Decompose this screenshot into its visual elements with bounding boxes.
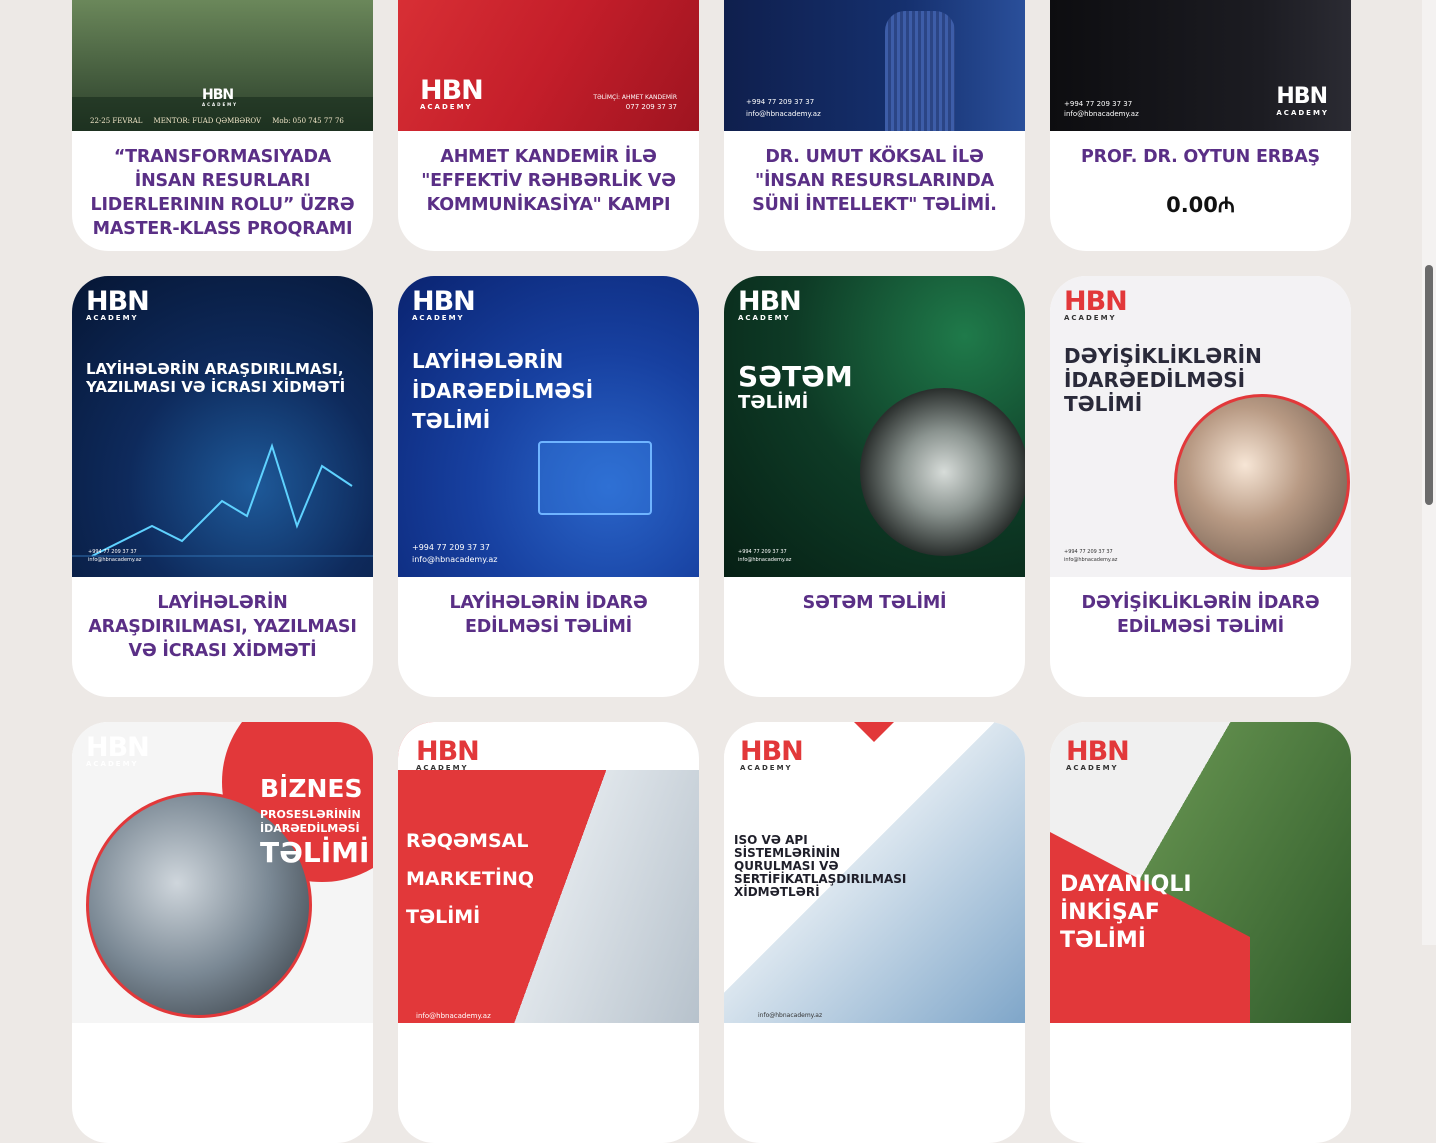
product-image[interactable]: HBN ACADEMY LAYİHƏLƏRİN ARAŞDIRILMASI, YA… (72, 276, 373, 577)
product-card[interactable]: HBN ACADEMY ISO VƏ API SİSTEMLƏRİNİN QURU… (724, 722, 1025, 1143)
contact-email: info@hbnacademy.az (1064, 557, 1118, 563)
contact-email: info@hbnacademy.az (412, 555, 498, 564)
product-card[interactable]: +994 77 209 37 37 info@hbnacademy.az DR.… (724, 0, 1025, 251)
trainer-line: TƏLİMÇİ: AHMET KANDEMİR (593, 94, 677, 101)
product-title[interactable]: AHMET KANDEMİR İLƏ "EFFEKTİV RƏHBƏRLİK V… (408, 145, 689, 217)
image-headline-3: İDARƏEDİLMƏSİ (260, 822, 360, 835)
product-title[interactable]: DR. UMUT KÖKSAL İLƏ "İNSAN RESURSLARINDA… (734, 145, 1015, 217)
image-headline: LAYİHƏLƏRİN İDARƏEDİLMƏSİ TƏLİMİ (412, 349, 594, 433)
product-title[interactable]: LAYİHƏLƏRİN İDARƏ EDİLMƏSİ TƏLİMİ (408, 591, 689, 639)
product-image[interactable]: HBN ACADEMY DƏYİŞİKLİKLƏRİN İDARƏEDİLMƏSİ… (1050, 276, 1351, 577)
contact-email: info@hbnacademy.az (738, 557, 792, 563)
hbn-logo: HBN ACADEMY (738, 286, 802, 322)
contact-email: info@hbnacademy.az (758, 1012, 823, 1019)
scrollbar-thumb[interactable] (1425, 265, 1433, 505)
product-card[interactable]: HBN ACADEMY DƏYİŞİKLİKLƏRİN İDARƏEDİLMƏSİ… (1050, 276, 1351, 697)
image-headline-1: DAYANIQLI (1060, 872, 1192, 897)
phone-line: 077 209 37 37 (625, 103, 677, 111)
product-card[interactable]: HBN ACADEMY DAYANIQLI İNKİŞAF TƏLİMİ (1050, 722, 1351, 1143)
hbn-logo: HBN ACADEMY (420, 75, 484, 111)
image-headline-1: RƏQƏMSAL (406, 830, 529, 852)
chart-line-graphic (72, 442, 373, 557)
contact-email: info@hbnacademy.az (88, 557, 142, 563)
scrollbar[interactable] (1422, 0, 1436, 945)
product-card[interactable]: HBN ACADEMY 22-25 FEVRAL MENTOR: FUAD QƏM… (72, 0, 373, 251)
product-grid: HBN ACADEMY 22-25 FEVRAL MENTOR: FUAD QƏM… (72, 0, 1351, 1143)
product-image[interactable]: HBN ACADEMY RƏQƏMSAL MARKETİNQ TƏLİMİ inf… (398, 722, 699, 1023)
hbn-logo: HBN ACADEMY (86, 732, 150, 768)
product-image[interactable]: HBN ACADEMY ISO VƏ API SİSTEMLƏRİNİN QURU… (724, 722, 1025, 1023)
product-image[interactable]: HBN ACADEMY 22-25 FEVRAL MENTOR: FUAD QƏM… (72, 0, 373, 131)
hbn-logo: HBN ACADEMY (740, 736, 804, 772)
product-card[interactable]: HBN ACADEMY RƏQƏMSAL MARKETİNQ TƏLİMİ inf… (398, 722, 699, 1143)
hbn-logo: HBN ACADEMY (412, 286, 476, 322)
image-headline: SƏTƏM (738, 360, 853, 393)
product-title[interactable]: DƏYİŞİKLİKLƏRİN İDARƏ EDİLMƏSİ TƏLİMİ (1060, 591, 1341, 639)
product-title[interactable]: SƏTƏM TƏLİMİ (734, 591, 1015, 615)
product-title[interactable]: “TRANSFORMASIYADA İNSAN RESURLARI LIDERL… (82, 145, 363, 241)
image-headline: LAYİHƏLƏRİN ARAŞDIRILMASI, YAZILMASI VƏ … (86, 360, 346, 396)
image-headline-4: TƏLİMİ (260, 836, 370, 869)
product-image[interactable]: HBN ACADEMY BİZNES PROSESLƏRİNİN İDARƏEDİ… (72, 722, 373, 1023)
product-card[interactable]: HBN ACADEMY TƏLİMÇİ: AHMET KANDEMİR 077 2… (398, 0, 699, 251)
hbn-logo: HBN ACADEMY (1064, 286, 1128, 322)
product-card[interactable]: +994 77 209 37 37 info@hbnacademy.az HBN… (1050, 0, 1351, 251)
image-subheadline: TƏLİMİ (738, 392, 809, 413)
hbn-logo: HBN ACADEMY (1066, 736, 1130, 772)
image-headline-3: TƏLİMİ (1060, 928, 1146, 953)
image-headline-1: BİZNES (260, 774, 363, 803)
hbn-logo: HBN ACADEMY (202, 87, 239, 107)
product-image[interactable]: HBN ACADEMY TƏLİMÇİ: AHMET KANDEMİR 077 2… (398, 0, 699, 131)
product-image[interactable]: HBN ACADEMY DAYANIQLI İNKİŞAF TƏLİMİ (1050, 722, 1351, 1023)
product-card[interactable]: HBN ACADEMY LAYİHƏLƏRİN İDARƏEDİLMƏSİ TƏL… (398, 276, 699, 697)
hbn-logo: HBN ACADEMY (416, 736, 480, 772)
contact-email: info@hbnacademy.az (416, 1012, 491, 1020)
image-headline: ISO VƏ API SİSTEMLƏRİNİN QURULMASI VƏ SE… (734, 833, 907, 899)
product-card[interactable]: HBN ACADEMY LAYİHƏLƏRİN ARAŞDIRILMASI, YA… (72, 276, 373, 697)
hbn-logo: HBN ACADEMY (86, 286, 150, 322)
product-price: 0.00₼ (1166, 193, 1235, 217)
image-headline-2: PROSESLƏRİNİN (260, 808, 361, 821)
image-headline-2: İNKİŞAF (1060, 900, 1160, 925)
contact-phone: +994 77 209 37 37 (746, 98, 815, 106)
person-shape (885, 11, 955, 131)
hbn-logo: HBN ACADEMY (1276, 84, 1329, 118)
contact-phone: +994 77 209 37 37 (412, 543, 490, 552)
image-headline-3: TƏLİMİ (406, 906, 481, 928)
presentation-circle (1174, 394, 1350, 570)
product-image[interactable]: HBN ACADEMY LAYİHƏLƏRİN İDARƏEDİLMƏSİ TƏL… (398, 276, 699, 577)
red-corner-triangle (854, 722, 894, 742)
product-image[interactable]: +994 77 209 37 37 info@hbnacademy.az (724, 0, 1025, 131)
product-title[interactable]: LAYİHƏLƏRİN ARAŞDIRILMASI, YAZILMASI VƏ … (82, 591, 363, 663)
helmet-circle (860, 388, 1025, 556)
product-card[interactable]: HBN ACADEMY SƏTƏM TƏLİMİ +994 77 209 37 3… (724, 276, 1025, 697)
contact-email: info@hbnacademy.az (1064, 110, 1139, 118)
contact-email: info@hbnacademy.az (746, 110, 821, 118)
product-image[interactable]: HBN ACADEMY SƏTƏM TƏLİMİ +994 77 209 37 3… (724, 276, 1025, 577)
laptop-graphic (538, 441, 652, 515)
product-card[interactable]: HBN ACADEMY BİZNES PROSESLƏRİNİN İDARƏEDİ… (72, 722, 373, 1143)
image-info-line: 22-25 FEVRAL MENTOR: FUAD QƏMBƏROV Mob: … (90, 117, 344, 125)
product-title[interactable]: PROF. DR. OYTUN ERBAŞ (1060, 145, 1341, 169)
contact-phone: +994 77 209 37 37 (1064, 100, 1133, 108)
product-image[interactable]: +994 77 209 37 37 info@hbnacademy.az HBN… (1050, 0, 1351, 131)
image-headline-2: MARKETİNQ (406, 868, 535, 890)
